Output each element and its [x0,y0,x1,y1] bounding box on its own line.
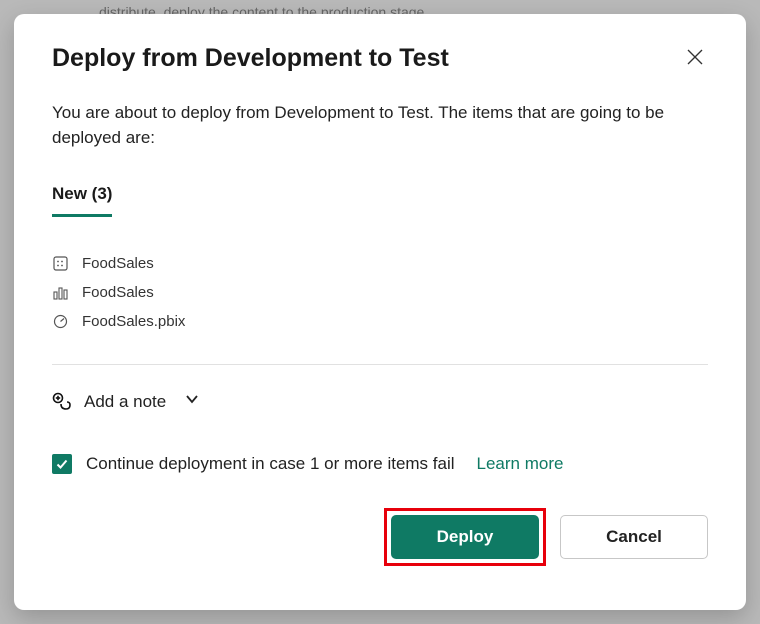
dataset-icon [52,256,68,272]
close-icon [686,48,704,66]
deploy-highlight: Deploy [384,508,546,566]
report-icon [52,285,68,301]
continue-on-fail-label: Continue deployment in case 1 or more it… [86,454,455,474]
modal-header: Deploy from Development to Test [52,44,708,73]
modal-title: Deploy from Development to Test [52,44,449,73]
modal-footer: Deploy Cancel [52,508,708,566]
list-item: FoodSales [52,278,708,307]
tab-new[interactable]: New (3) [52,184,112,217]
deploy-button[interactable]: Deploy [391,515,539,559]
deploy-modal: Deploy from Development to Test You are … [14,14,746,610]
close-button[interactable] [682,44,708,70]
item-name: FoodSales [82,284,154,301]
chevron-down-icon [184,391,200,412]
tabs: New (3) [52,184,708,217]
learn-more-link[interactable]: Learn more [477,454,564,474]
add-note-label: Add a note [84,392,166,412]
note-icon [52,392,72,412]
continue-on-fail-checkbox[interactable] [52,454,72,474]
item-name: FoodSales.pbix [82,313,185,330]
list-item: FoodSales [52,249,708,278]
cancel-button[interactable]: Cancel [560,515,708,559]
modal-description: You are about to deploy from Development… [52,101,708,150]
divider [52,364,708,365]
add-note-toggle[interactable]: Add a note [52,391,708,412]
dashboard-icon [52,314,68,330]
item-name: FoodSales [82,255,154,272]
continue-on-fail-row: Continue deployment in case 1 or more it… [52,454,708,474]
check-icon [55,457,69,471]
items-list: FoodSales FoodSales FoodSales.pbix [52,249,708,336]
list-item: FoodSales.pbix [52,307,708,336]
